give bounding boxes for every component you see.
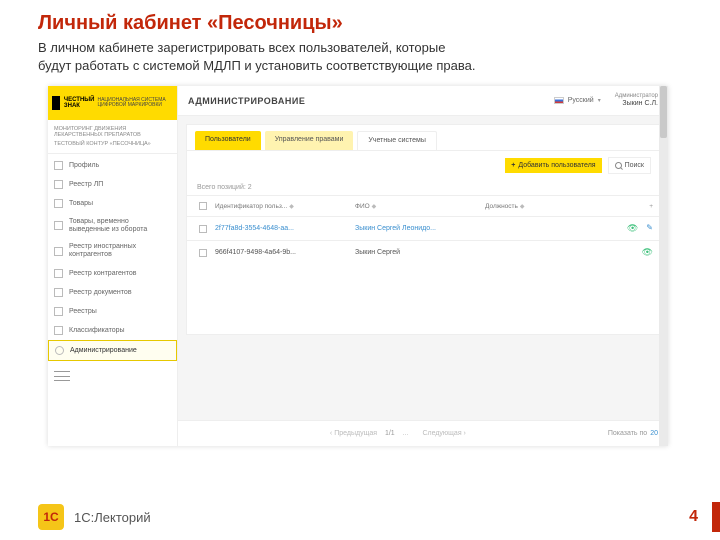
language-selector[interactable]: Русский ▾ (554, 97, 601, 104)
sidebar-item-documents[interactable]: Реестр документов (48, 283, 177, 302)
pagination-bar: ‹ Предыдущая 1/1 ... Следующая › Показат… (178, 420, 668, 446)
flag-ru-icon (554, 97, 564, 104)
profile-icon (54, 161, 63, 170)
cell-user-id[interactable]: 2f77fa8d-3554-4648-aa... (209, 219, 349, 238)
view-icon[interactable]: 👁 (642, 247, 653, 258)
edit-icon[interactable]: ✎ (646, 223, 653, 234)
sidebar-item-foreign-ctr[interactable]: Реестр иностранных контрагентов (48, 238, 177, 263)
col-fio[interactable]: ФИО◆ (349, 197, 479, 216)
cell-user-role (479, 247, 619, 259)
sidebar-item-registry-lp[interactable]: Реестр ЛП (48, 175, 177, 194)
sidebar: ЧЕСТНЫЙЗНАК НАЦИОНАЛЬНАЯ СИСТЕМА ЦИФРОВО… (48, 86, 178, 446)
slide-description: В личном кабинете зарегистрировать всех … (0, 39, 720, 80)
sidebar-item-administration[interactable]: Администрирование (48, 340, 177, 361)
brand-label: 1С:Лекторий (74, 510, 689, 525)
folder-icon (54, 307, 63, 316)
scrollbar-track[interactable] (659, 86, 668, 446)
cell-user-name[interactable]: Зыкин Сергей Леонидо... (349, 219, 479, 238)
page-size-selector[interactable]: Показать по20 (608, 430, 658, 437)
page-title: АДМИНИСТРИРОВАНИЕ (188, 96, 554, 106)
page-number: 4 (689, 508, 698, 526)
gear-icon (55, 346, 64, 355)
sort-icon: ◆ (520, 204, 525, 210)
tab-users[interactable]: Пользователи (195, 131, 261, 150)
sidebar-item-registries[interactable]: Реестры (48, 302, 177, 321)
brand-logo: ЧЕСТНЫЙЗНАК НАЦИОНАЛЬНАЯ СИСТЕМА ЦИФРОВО… (48, 86, 177, 120)
sidebar-item-counteragents[interactable]: Реестр контрагентов (48, 264, 177, 283)
user-menu[interactable]: Администратор Зыкин С.Л. (615, 93, 658, 107)
table-row[interactable]: 2f77fa8d-3554-4648-aa... Зыкин Сергей Ле… (187, 216, 659, 240)
tab-systems[interactable]: Учетные системы (357, 131, 436, 150)
users-icon (54, 269, 63, 278)
list-icon (54, 180, 63, 189)
add-user-button[interactable]: Добавить пользователя (505, 158, 601, 173)
book-icon (54, 326, 63, 335)
table-row[interactable]: 966f4107-9498-4a64-9b... Зыкин Сергей 👁 (187, 240, 659, 264)
col-add[interactable]: + (619, 197, 659, 216)
cell-user-role (479, 223, 619, 235)
accent-bar-icon (712, 502, 720, 532)
cell-user-name: Зыкин Сергей (349, 243, 479, 262)
action-bar: Добавить пользователя Поиск (187, 151, 659, 180)
sort-icon: ◆ (372, 204, 377, 210)
doc-icon (54, 288, 63, 297)
logo-1c-icon: 1C (38, 504, 64, 530)
tab-bar: Пользователи Управление правами Учетные … (187, 125, 659, 150)
tag-off-icon (54, 221, 63, 230)
col-id[interactable]: Идентификатор польз...◆ (209, 197, 349, 216)
tab-rights[interactable]: Управление правами (265, 131, 354, 150)
topbar: АДМИНИСТРИРОВАНИЕ Русский ▾ Администрато… (178, 86, 668, 116)
content-card: Пользователи Управление правами Учетные … (186, 124, 660, 335)
sort-icon: ◆ (289, 204, 294, 210)
chevron-down-icon: ▾ (598, 97, 601, 104)
scrollbar-thumb[interactable] (660, 86, 667, 138)
pager-position: 1/1 (385, 430, 395, 437)
sidebar-item-goods-withdrawn[interactable]: Товары, временно выведенные из оборота (48, 213, 177, 238)
pager-next[interactable]: Следующая › (422, 430, 465, 437)
col-role[interactable]: Должность◆ (479, 197, 619, 216)
menu-collapse-icon[interactable] (54, 371, 70, 381)
sidebar-meta: МОНИТОРИНГ ДВИЖЕНИЯ ЛЕКАРСТВЕННЫХ ПРЕПАР… (48, 120, 177, 154)
logo-mark-icon (52, 96, 60, 110)
table-header: Идентификатор польз...◆ ФИО◆ Должность◆ … (187, 195, 659, 216)
pager-prev[interactable]: ‹ Предыдущая (330, 430, 377, 437)
cell-user-id: 966f4107-9498-4a64-9b... (209, 243, 349, 262)
sidebar-nav: Профиль Реестр ЛП Товары Товары, временн… (48, 154, 177, 381)
sidebar-item-classifiers[interactable]: Классификаторы (48, 321, 177, 340)
app-window: ЧЕСТНЫЙЗНАК НАЦИОНАЛЬНАЯ СИСТЕМА ЦИФРОВО… (48, 86, 668, 446)
slide-title: Личный кабинет «Песочницы» (0, 0, 720, 39)
sidebar-item-profile[interactable]: Профиль (48, 156, 177, 175)
row-checkbox[interactable] (199, 249, 207, 257)
search-icon (615, 162, 622, 169)
row-count: Всего позиций: 2 (187, 180, 659, 195)
search-button[interactable]: Поиск (608, 157, 651, 174)
tag-icon (54, 199, 63, 208)
globe-icon (54, 247, 63, 256)
main-panel: АДМИНИСТРИРОВАНИЕ Русский ▾ Администрато… (178, 86, 668, 446)
view-icon[interactable]: 👁 (627, 223, 638, 234)
sidebar-item-goods[interactable]: Товары (48, 194, 177, 213)
row-checkbox[interactable] (199, 225, 207, 233)
slide-footer: 1C 1С:Лекторий 4 (0, 494, 720, 540)
checkbox-all[interactable] (199, 202, 207, 210)
